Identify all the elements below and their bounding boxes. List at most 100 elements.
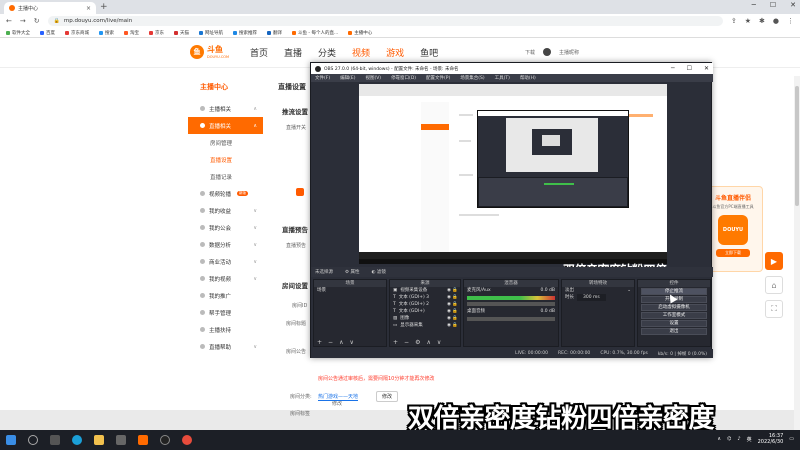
source-settings-icon[interactable]: ⚙ bbox=[415, 339, 420, 346]
expand-icon[interactable]: ⛶ bbox=[765, 300, 783, 318]
play-icon[interactable]: ▶ bbox=[765, 252, 783, 270]
category-edit-button[interactable]: 修改 bbox=[376, 391, 399, 402]
address-bar[interactable]: 🔒 mp.douyu.com/live/main bbox=[47, 16, 723, 26]
profile-icon[interactable]: ● bbox=[773, 17, 779, 25]
properties-button[interactable]: ⚙ 属性 bbox=[345, 269, 359, 275]
obs-menu-item[interactable]: 配置文件(P) bbox=[426, 75, 450, 81]
nav-item[interactable]: 直播 bbox=[284, 46, 302, 59]
bookmark-item[interactable]: 京东商城 bbox=[65, 30, 89, 36]
obs-minimize-icon[interactable]: ─ bbox=[671, 65, 675, 72]
username[interactable]: 主播昵称 bbox=[559, 49, 579, 56]
obs-menu-item[interactable]: 工具(T) bbox=[495, 75, 510, 81]
transition-duration[interactable]: 时长 300 ms bbox=[562, 294, 634, 301]
sidebar-item[interactable]: 房间管理 bbox=[188, 134, 263, 151]
volume-icon[interactable]: ♪ bbox=[737, 436, 740, 442]
windows-start-icon[interactable] bbox=[6, 435, 16, 445]
close-window-icon[interactable]: ✕ bbox=[790, 1, 796, 9]
forward-icon[interactable]: → bbox=[20, 17, 26, 25]
notification-icon[interactable]: ▭ bbox=[789, 436, 794, 442]
obs-close-icon[interactable]: ✕ bbox=[704, 65, 709, 72]
nav-item[interactable]: 分类 bbox=[318, 46, 336, 59]
visibility-lock-icon[interactable]: ◉ 🔒 bbox=[447, 287, 458, 294]
category-link[interactable]: 热门游戏——天地 bbox=[318, 393, 359, 401]
obs-control-button[interactable]: 设置 bbox=[641, 320, 707, 327]
sidebar-item[interactable]: 直播帮助 ∨ bbox=[188, 338, 263, 355]
notice-edit-button[interactable]: 修改 bbox=[332, 400, 342, 407]
source-up-icon[interactable]: ∧ bbox=[426, 339, 430, 346]
visibility-lock-icon[interactable]: ◉ 🔒 bbox=[447, 308, 458, 315]
scene-down-icon[interactable]: ∨ bbox=[349, 339, 353, 346]
obs-maximize-icon[interactable]: ☐ bbox=[687, 65, 692, 72]
chrome-icon[interactable] bbox=[182, 435, 192, 445]
obs-menu-item[interactable]: 视图(V) bbox=[365, 75, 381, 81]
bookmark-item[interactable]: 淘宝 bbox=[124, 30, 139, 36]
sidebar-item[interactable]: 视频轮播 新版 bbox=[188, 185, 263, 202]
avatar[interactable] bbox=[543, 48, 552, 56]
push-icon[interactable] bbox=[296, 188, 304, 196]
transition-select[interactable]: 淡出 ⌄ bbox=[562, 287, 634, 294]
source-item[interactable]: ▨ 图像 ◉ 🔒 bbox=[390, 315, 460, 322]
nav-item[interactable]: 鱼吧 bbox=[420, 46, 438, 59]
companion-promo[interactable]: 斗鱼直播伴侣 斗鱼官方PC端直播工具 DOUYU 立即下载 bbox=[703, 186, 763, 272]
share-icon[interactable]: ⇪ bbox=[731, 17, 737, 25]
tray-arrow-icon[interactable]: ∧ bbox=[717, 436, 721, 442]
bookmark-item[interactable]: 百度 bbox=[40, 30, 55, 36]
visibility-lock-icon[interactable]: ◉ 🔒 bbox=[447, 301, 458, 308]
bookmark-item[interactable]: 搜索推荐 bbox=[233, 30, 257, 36]
obs-control-button[interactable]: 退出 bbox=[641, 328, 707, 335]
sidebar-item[interactable]: 我的收益 ∨ bbox=[188, 202, 263, 219]
promo-download-button[interactable]: 立即下载 bbox=[716, 249, 750, 257]
source-item[interactable]: T 文本 (GDI+) 2 ◉ 🔒 bbox=[390, 301, 460, 308]
source-down-icon[interactable]: ∨ bbox=[437, 339, 441, 346]
obs-control-button[interactable]: 启动虚拟摄像机 bbox=[641, 304, 707, 311]
bookmark-item[interactable]: 主播中心 bbox=[348, 30, 372, 36]
visibility-lock-icon[interactable]: ◉ 🔒 bbox=[447, 294, 458, 301]
page-scrollbar[interactable] bbox=[794, 76, 800, 448]
sidebar-item[interactable]: 主播相关 ∧ bbox=[188, 100, 263, 117]
sidebar-item[interactable]: 数据分析 ∨ bbox=[188, 236, 263, 253]
nav-item[interactable]: 首页 bbox=[250, 46, 268, 59]
sidebar-item[interactable]: 我的推广 bbox=[188, 287, 263, 304]
bookmark-item[interactable]: 天猫 bbox=[174, 30, 189, 36]
new-tab-icon[interactable]: + bbox=[100, 2, 108, 12]
sidebar-item[interactable]: 帮手管理 bbox=[188, 304, 263, 321]
scene-up-icon[interactable]: ∧ bbox=[339, 339, 343, 346]
browser-tab[interactable]: 主播中心 × bbox=[4, 2, 96, 14]
obs-preview[interactable]: 双倍亲密度钻粉四倍亲密度 双倍亲密度钻粉四倍亲密度 bbox=[359, 84, 667, 295]
bookmark-item[interactable]: 翻译 bbox=[267, 30, 282, 36]
sidebar-item[interactable]: 我的视频 ∨ bbox=[188, 270, 263, 287]
add-scene-icon[interactable]: + bbox=[317, 339, 322, 346]
input-language[interactable]: 英 bbox=[747, 436, 752, 443]
obs-menu-item[interactable]: 停靠窗口(D) bbox=[391, 75, 416, 81]
obs-menu-item[interactable]: 文件(F) bbox=[315, 75, 330, 81]
home-icon[interactable]: ⌂ bbox=[765, 276, 783, 294]
visibility-lock-icon[interactable]: ◉ 🔒 bbox=[447, 315, 458, 322]
scene-item[interactable]: 场景 bbox=[314, 287, 386, 294]
source-item[interactable]: T 文本 (GDI+) 3 ◉ 🔒 bbox=[390, 294, 460, 301]
obs-menu-item[interactable]: 帮助(H) bbox=[520, 75, 536, 81]
obs-menu-item[interactable]: 场景集合(S) bbox=[460, 75, 484, 81]
bookmark-item[interactable]: 网址导航 bbox=[199, 30, 223, 36]
bookmark-star-icon[interactable]: ★ bbox=[745, 17, 751, 25]
source-item[interactable]: T 文本 (GDI+) ◉ 🔒 bbox=[390, 308, 460, 315]
sidebar-item[interactable]: 直播设置 bbox=[188, 151, 263, 168]
filters-button[interactable]: ◐ 滤镜 bbox=[371, 269, 385, 275]
extensions-icon[interactable]: ✱ bbox=[759, 17, 765, 25]
bookmark-item[interactable]: 软件大全 bbox=[6, 30, 30, 36]
nav-item[interactable]: 视频 bbox=[352, 46, 370, 59]
obs-control-button[interactable]: 工作室模式 bbox=[641, 312, 707, 319]
bookmark-item[interactable]: 斗鱼 - 每个人的直... bbox=[292, 30, 338, 36]
obs-taskbar-icon[interactable] bbox=[160, 435, 170, 445]
search-icon[interactable] bbox=[28, 435, 38, 445]
visibility-lock-icon[interactable]: ◉ 🔒 bbox=[447, 322, 458, 329]
back-icon[interactable]: ← bbox=[6, 17, 12, 25]
minimize-icon[interactable]: ─ bbox=[752, 1, 756, 9]
maximize-icon[interactable]: ☐ bbox=[770, 1, 776, 9]
reload-icon[interactable]: ↻ bbox=[34, 17, 40, 25]
task-view-icon[interactable] bbox=[50, 435, 60, 445]
douyu-app-taskbar-icon[interactable] bbox=[138, 435, 148, 445]
add-source-icon[interactable]: + bbox=[393, 339, 398, 346]
sidebar-item[interactable]: 主播扶持 bbox=[188, 321, 263, 338]
remove-scene-icon[interactable]: − bbox=[328, 339, 333, 346]
bookmark-item[interactable]: 搜索 bbox=[99, 30, 114, 36]
